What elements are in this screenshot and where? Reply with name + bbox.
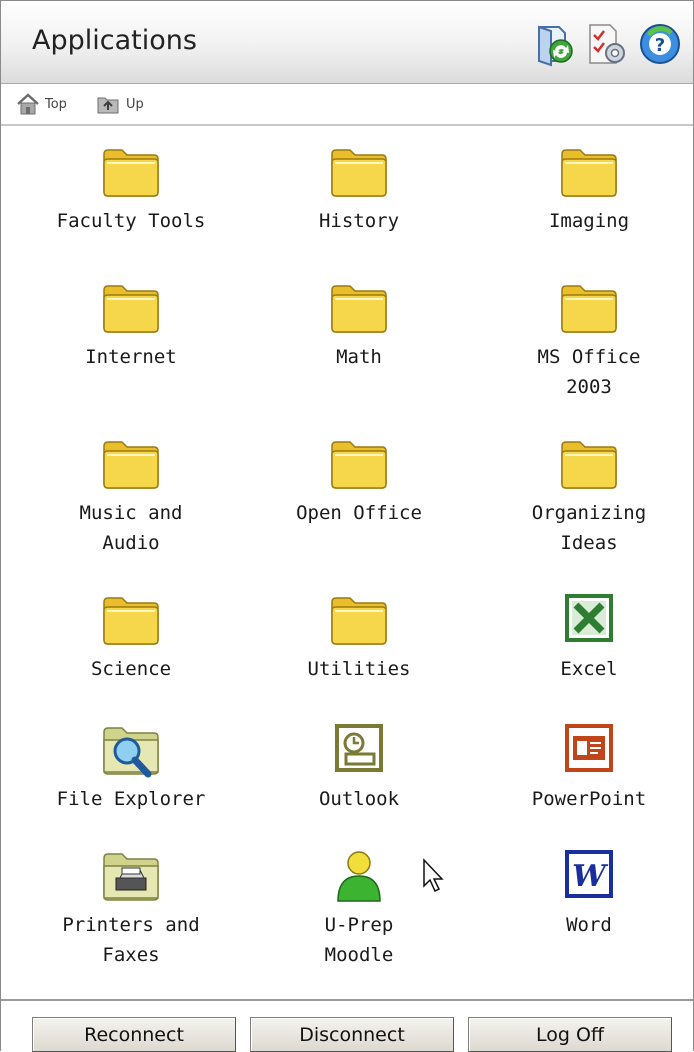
help-icon[interactable]: ? — [637, 21, 683, 67]
applications-window: Applications ? Top Up Faculty Tools Hist… — [0, 0, 694, 1052]
app-label: Music and Audio — [79, 502, 183, 554]
app-label: Math — [336, 346, 382, 368]
window-title: Applications — [32, 25, 197, 56]
folder-icon — [103, 285, 159, 333]
up-label: Up — [126, 96, 144, 112]
app-label: History — [318, 210, 400, 232]
folder-icon — [561, 441, 617, 489]
app-item[interactable]: History — [259, 140, 459, 236]
app-label: File Explorer — [56, 788, 206, 810]
app-label: PowerPoint — [531, 788, 647, 810]
reconnect-button[interactable]: Reconnect — [32, 1017, 236, 1052]
app-item[interactable]: Science — [31, 588, 231, 684]
disconnect-button[interactable]: Disconnect — [250, 1017, 454, 1052]
app-item[interactable]: Internet — [31, 276, 231, 372]
app-label: Word — [566, 914, 612, 936]
app-item[interactable]: Open Office — [259, 432, 459, 528]
refresh-icon[interactable] — [531, 21, 577, 67]
app-label: Science — [90, 658, 172, 680]
app-label: Outlook — [318, 788, 400, 810]
folder-up-icon — [97, 97, 119, 114]
app-item[interactable]: File Explorer — [31, 718, 231, 814]
navigation-bar: Top Up — [1, 84, 693, 126]
app-label: Faculty Tools — [56, 210, 206, 232]
app-label: U-Prep Moodle — [324, 914, 394, 966]
title-bar: Applications ? — [1, 1, 693, 84]
folder-icon — [103, 149, 159, 197]
app-label: MS Office 2003 — [537, 346, 641, 398]
svg-text:W: W — [572, 859, 609, 894]
word-icon: W — [565, 850, 613, 898]
app-item[interactable]: Imaging — [489, 140, 689, 236]
app-label: Utilities — [307, 658, 411, 680]
footer-bar: Reconnect Disconnect Log Off — [1, 999, 693, 1052]
folder-icon — [331, 441, 387, 489]
app-item[interactable]: Printers and Faxes — [31, 844, 231, 970]
app-item[interactable]: Organizing Ideas — [489, 432, 689, 558]
app-item[interactable]: MS Office 2003 — [489, 276, 689, 402]
app-item[interactable]: Utilities — [259, 588, 459, 684]
folder-icon — [331, 597, 387, 645]
app-label: Open Office — [296, 502, 422, 524]
home-icon — [17, 93, 39, 115]
folder-icon — [103, 597, 159, 645]
app-item[interactable]: Faculty Tools — [31, 140, 231, 236]
app-item[interactable]: Excel — [489, 588, 689, 684]
top-link[interactable]: Top — [15, 92, 67, 116]
folder-icon — [103, 441, 159, 489]
excel-icon — [565, 594, 613, 642]
log-off-button[interactable]: Log Off — [468, 1017, 672, 1052]
outlook-icon — [335, 724, 383, 772]
app-label: Excel — [560, 658, 618, 680]
app-label: Internet — [85, 346, 177, 368]
file-explorer-icon — [103, 727, 159, 778]
app-label: Organizing Ideas — [531, 502, 647, 554]
folder-icon — [561, 285, 617, 333]
app-item[interactable]: Math — [259, 276, 459, 372]
app-item[interactable]: Outlook — [259, 718, 459, 814]
app-item[interactable]: Music and Audio — [31, 432, 231, 558]
moodle-user-icon — [337, 851, 381, 902]
printers-icon — [103, 853, 159, 901]
folder-icon — [331, 149, 387, 197]
settings-icon[interactable] — [584, 21, 630, 67]
app-label: Imaging — [548, 210, 630, 232]
folder-icon — [561, 149, 617, 197]
up-link[interactable]: Up — [96, 92, 144, 116]
top-label: Top — [45, 96, 67, 112]
powerpoint-icon — [565, 724, 613, 772]
mouse-cursor-icon — [423, 858, 444, 893]
folder-icon — [331, 285, 387, 333]
app-item[interactable]: PowerPoint — [489, 718, 689, 814]
app-item[interactable]: W Word — [489, 844, 689, 940]
svg-text:?: ? — [655, 35, 665, 56]
app-label: Printers and Faxes — [62, 914, 200, 966]
